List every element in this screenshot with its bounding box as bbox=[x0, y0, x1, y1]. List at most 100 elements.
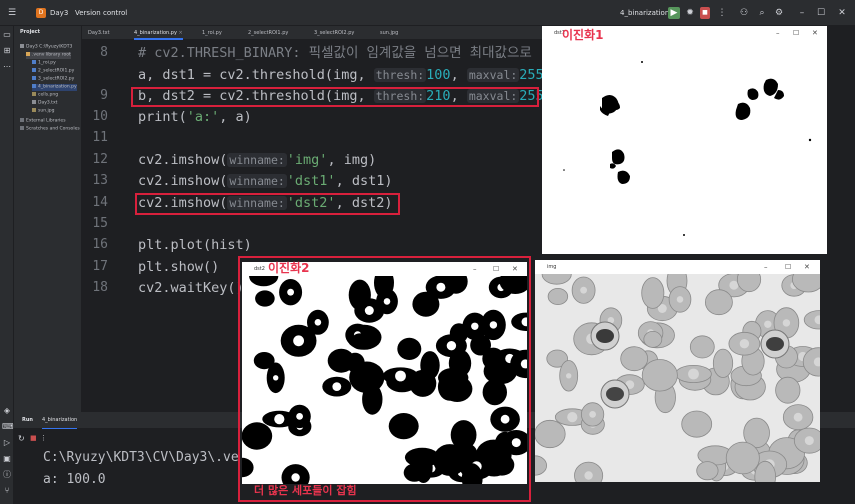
window-dst1[interactable]: dst1 – ☐ ✕ bbox=[542, 26, 827, 254]
tab-4-binarization[interactable]: 4_binarization.py × bbox=[134, 26, 183, 40]
line-number: 16 bbox=[92, 237, 108, 252]
label-binarization-1: 이진화1 bbox=[562, 28, 604, 42]
minimize-icon[interactable]: – bbox=[776, 26, 780, 40]
console-output-line: a: 100.0 bbox=[43, 472, 106, 487]
tool-window-strip: ▭ ⊞ ⋯ ◈ ⌨ ▷ ▣ ⓘ ⑂ bbox=[0, 26, 14, 504]
project-panel: Project Day3 C:\Ryuzy\KDT3 .venv library… bbox=[14, 26, 82, 412]
code-line-imshow-img: cv2.imshow(winname:'img', img) bbox=[138, 152, 377, 168]
line-number: 12 bbox=[92, 152, 108, 167]
run-config-tab[interactable]: 4_binarization bbox=[42, 412, 78, 429]
python-file-icon bbox=[32, 76, 36, 80]
image-file-icon bbox=[32, 92, 36, 96]
folder-icon bbox=[20, 44, 24, 48]
vcs-dropdown[interactable]: Version control bbox=[75, 0, 127, 26]
line-number: 13 bbox=[92, 173, 108, 188]
tree-item-file[interactable]: 1_roi.py bbox=[32, 60, 56, 67]
folder-icon[interactable]: ▭ bbox=[2, 30, 12, 40]
python-file-icon bbox=[32, 84, 36, 88]
maximize-window-icon[interactable]: ☐ bbox=[815, 7, 827, 19]
window-title: img bbox=[547, 264, 557, 270]
window-img[interactable]: img – ☐ ✕ bbox=[535, 260, 820, 482]
highlight-box-threshold bbox=[131, 87, 539, 107]
more-run-options-icon[interactable]: ⋮ bbox=[40, 434, 47, 442]
run-icon[interactable]: ▶ bbox=[668, 7, 680, 19]
python-file-icon bbox=[32, 68, 36, 72]
problems-icon[interactable]: ⓘ bbox=[2, 470, 12, 480]
line-number: 8 bbox=[100, 45, 108, 60]
search-icon[interactable]: ⌕ bbox=[756, 7, 768, 19]
line-number: 17 bbox=[92, 259, 108, 274]
more-actions-icon[interactable]: ⋮ bbox=[716, 7, 728, 19]
console-output-line: C:\Ryuzy\KDT3\CV\Day3\.ve bbox=[43, 450, 239, 465]
more-tools-icon[interactable]: ⋯ bbox=[2, 62, 12, 72]
blood-cells-grayscale-image bbox=[535, 274, 820, 482]
code-line-print: print('a:', a) bbox=[138, 109, 252, 125]
close-window-icon[interactable]: ✕ bbox=[836, 7, 848, 19]
close-tab-icon[interactable]: × bbox=[179, 30, 183, 36]
project-name-dropdown[interactable]: Day3 bbox=[50, 0, 68, 26]
code-line-plt-show: plt.show() bbox=[138, 259, 220, 275]
title-bar: ☰ D Day3 Version control 4_binarization … bbox=[0, 0, 855, 26]
close-icon[interactable]: ✕ bbox=[804, 260, 810, 274]
tab-3-selectroi2[interactable]: 3_selectROI2.py bbox=[314, 26, 354, 40]
scratches-icon bbox=[20, 126, 24, 130]
stop-run-icon[interactable]: ■ bbox=[30, 434, 37, 442]
tab-day3-txt[interactable]: Day3.txt bbox=[88, 26, 110, 40]
python-file-icon bbox=[32, 60, 36, 64]
code-line-plt-plot: plt.plot(hist) bbox=[138, 237, 252, 253]
window-title-bar[interactable]: img – ☐ ✕ bbox=[535, 260, 820, 274]
tree-item-file[interactable]: 3_selectROI2.py bbox=[32, 76, 74, 83]
add-user-icon[interactable]: ⚇ bbox=[738, 7, 750, 19]
close-icon[interactable]: ✕ bbox=[812, 26, 818, 40]
line-number: 15 bbox=[92, 216, 108, 231]
label-binarization-2: 이진화2 bbox=[268, 261, 310, 275]
line-number: 11 bbox=[92, 130, 108, 145]
caption-more-cells-captured: 더 많은 세포들이 잡힘 bbox=[254, 484, 357, 497]
code-comment-line: # cv2.THRESH_BINARY: 픽셀값이 임계값을 넘으면 최대값으로 bbox=[138, 45, 532, 61]
tab-sun-jpg[interactable]: sun.jpg bbox=[380, 26, 398, 40]
minimize-icon[interactable]: – bbox=[764, 260, 768, 274]
git-icon[interactable]: ⑂ bbox=[2, 486, 12, 496]
highlight-box-dst2-window bbox=[238, 256, 531, 502]
python-packages-icon[interactable]: ◈ bbox=[2, 406, 12, 416]
rerun-icon[interactable]: ↻ bbox=[18, 434, 25, 443]
text-file-icon bbox=[32, 100, 36, 104]
tree-item-file[interactable]: 2_selectROI1.py bbox=[32, 68, 74, 75]
gear-icon[interactable]: ⚙ bbox=[773, 7, 785, 19]
python-console-icon[interactable]: ⌨ bbox=[2, 422, 14, 432]
project-panel-title: Project bbox=[20, 29, 41, 35]
debug-icon[interactable]: ✹ bbox=[684, 7, 696, 19]
tree-item-day3[interactable]: Day3 C:\Ryuzy\KDT3 bbox=[20, 44, 72, 51]
folder-icon bbox=[26, 52, 30, 56]
run-tool-icon[interactable]: ▷ bbox=[2, 438, 12, 448]
structure-icon[interactable]: ⊞ bbox=[2, 46, 12, 56]
project-badge: D bbox=[36, 8, 46, 18]
stop-icon[interactable]: ■ bbox=[700, 7, 710, 19]
line-number: 10 bbox=[92, 109, 108, 124]
code-line-imshow-dst1: cv2.imshow(winname:'dst1', dst1) bbox=[138, 173, 393, 189]
tree-item-file[interactable]: sun.jpg bbox=[32, 108, 54, 115]
line-number: 14 bbox=[92, 195, 108, 210]
minimize-window-icon[interactable]: – bbox=[796, 7, 808, 19]
hamburger-menu-icon[interactable]: ☰ bbox=[6, 7, 18, 19]
tree-item-file[interactable]: cells.png bbox=[32, 92, 58, 99]
terminal-icon[interactable]: ▣ bbox=[2, 454, 12, 464]
maximize-icon[interactable]: ☐ bbox=[785, 260, 791, 274]
run-config-dropdown[interactable]: 4_binarization bbox=[620, 0, 669, 26]
tree-item-scratches[interactable]: Scratches and Consoles bbox=[20, 126, 80, 133]
line-number: 9 bbox=[100, 88, 108, 103]
tree-item-external-libraries[interactable]: External Libraries bbox=[20, 118, 66, 125]
tree-item-file[interactable]: Day3.txt bbox=[32, 100, 57, 107]
run-panel-title: Run bbox=[22, 417, 33, 423]
maximize-icon[interactable]: ☐ bbox=[793, 26, 799, 40]
highlight-box-imshow-dst2 bbox=[135, 193, 400, 215]
code-line-waitkey: cv2.waitKey() bbox=[138, 280, 244, 296]
tab-1-roi[interactable]: 1_roi.py bbox=[202, 26, 222, 40]
line-number: 18 bbox=[92, 280, 108, 295]
tab-2-selectroi1[interactable]: 2_selectROI1.py bbox=[248, 26, 288, 40]
editor-tabs: Day3.txt 4_binarization.py × 1_roi.py 2_… bbox=[82, 26, 542, 40]
tree-item-venv[interactable]: .venv library root bbox=[26, 52, 71, 59]
code-line-threshold-1: a, dst1 = cv2.threshold(img, thresh: 100,… bbox=[138, 67, 542, 83]
image-file-icon bbox=[32, 108, 36, 112]
tree-item-file-selected[interactable]: 4_binarization.py bbox=[32, 84, 77, 91]
